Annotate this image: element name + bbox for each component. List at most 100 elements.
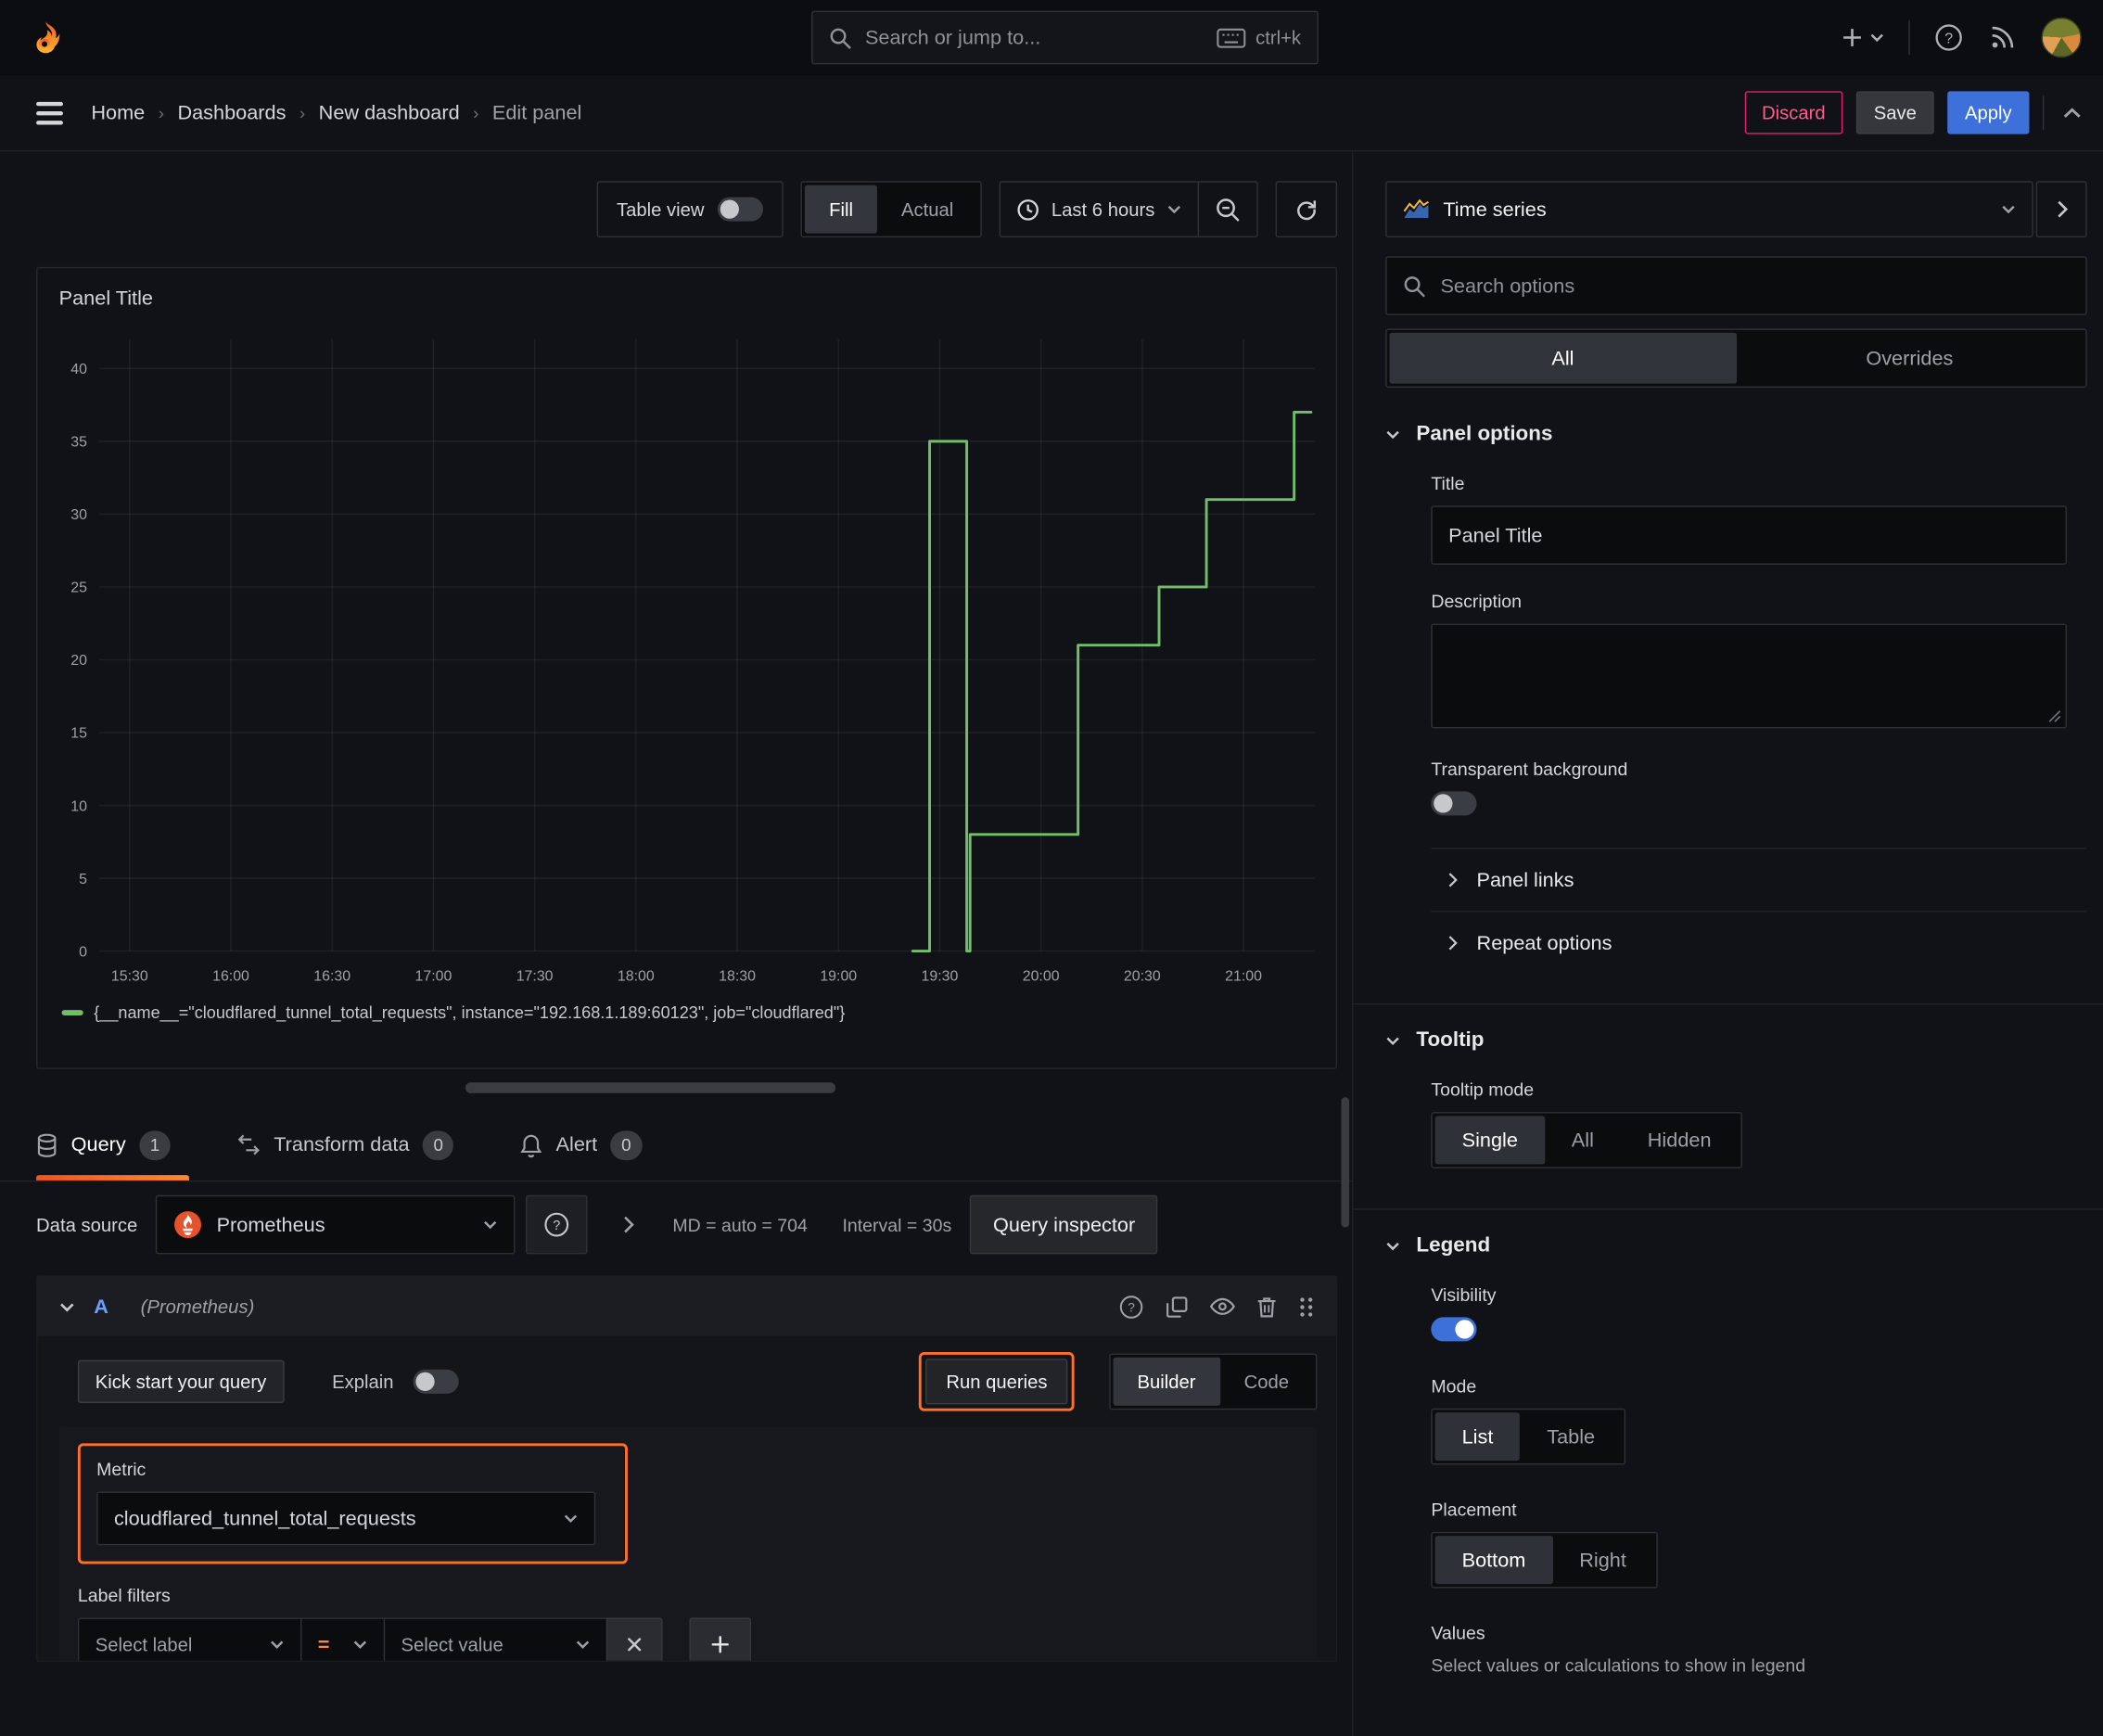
tab-transform-label: Transform data	[274, 1133, 410, 1156]
legend-visibility-toggle[interactable]	[1431, 1317, 1477, 1342]
tooltip-heading: Tooltip	[1416, 1028, 1485, 1053]
max-data-points: MD = auto = 704	[672, 1214, 808, 1235]
query-row-header[interactable]: A (Prometheus) ?	[37, 1277, 1336, 1336]
select-label-dropdown[interactable]: Select label	[77, 1617, 301, 1661]
tab-alert[interactable]: Alert 0	[520, 1109, 661, 1181]
datasource-label: Data source	[36, 1214, 138, 1236]
resize-handle-icon[interactable]	[2048, 709, 2061, 722]
chevron-down-icon	[1386, 430, 1399, 440]
legend-item[interactable]: {__name__="cloudflared_tunnel_total_requ…	[61, 1003, 1320, 1022]
remove-filter-button[interactable]	[605, 1617, 663, 1661]
query-help-button[interactable]: ?	[1118, 1294, 1143, 1319]
breadcrumb-separator: ›	[473, 102, 479, 123]
database-icon	[37, 1132, 57, 1157]
placement-right-option[interactable]: Right	[1552, 1536, 1653, 1584]
code-option[interactable]: Code	[1220, 1358, 1313, 1406]
repeat-options-row[interactable]: Repeat options	[1431, 913, 2086, 975]
options-search[interactable]	[1385, 256, 2087, 315]
svg-text:?: ?	[1128, 1300, 1135, 1314]
tooltip-all-option[interactable]: All	[1545, 1116, 1621, 1164]
expand-options-icon[interactable]	[623, 1215, 635, 1233]
add-filter-button[interactable]	[689, 1617, 752, 1661]
panel-actions: Discard Save Apply	[1744, 91, 2082, 134]
collapse-query-icon[interactable]	[59, 1300, 75, 1312]
vertical-scrollbar[interactable]	[1341, 1097, 1350, 1228]
delete-query-button[interactable]	[1256, 1296, 1277, 1319]
collapse-sidebar-button[interactable]	[2035, 181, 2087, 238]
panel-title-input[interactable]	[1431, 505, 2067, 565]
svg-text:30: 30	[70, 507, 87, 523]
prometheus-icon	[174, 1211, 202, 1239]
apply-button[interactable]: Apply	[1947, 91, 2030, 134]
breadcrumb-new-dashboard[interactable]: New dashboard	[319, 101, 460, 124]
breadcrumb-home[interactable]: Home	[91, 101, 145, 124]
copy-icon	[1166, 1296, 1188, 1318]
tooltip-hidden-option[interactable]: Hidden	[1621, 1116, 1739, 1164]
explain-toggle[interactable]	[412, 1369, 459, 1394]
help-button[interactable]: ?	[1934, 23, 1964, 53]
add-menu-button[interactable]	[1841, 25, 1885, 49]
tab-query[interactable]: Query 1	[36, 1109, 190, 1181]
builder-option[interactable]: Builder	[1113, 1357, 1220, 1406]
close-icon	[628, 1638, 642, 1652]
panel-options-header[interactable]: Panel options	[1385, 423, 2086, 447]
time-series-chart[interactable]: 0 5 10 15 20 25 30 35 40 15:30 16:00 16:30 17:00 17:3…	[54, 324, 1322, 991]
duplicate-query-button[interactable]	[1166, 1296, 1189, 1319]
search-bar[interactable]: ctrl+k	[811, 10, 1319, 65]
svg-text:20: 20	[70, 653, 87, 669]
news-button[interactable]	[1988, 23, 2018, 53]
transparent-bg-toggle[interactable]	[1431, 791, 1477, 816]
discard-button[interactable]: Discard	[1744, 91, 1843, 134]
operator-dropdown[interactable]: =	[300, 1617, 384, 1661]
query-inspector-button[interactable]: Query inspector	[970, 1194, 1158, 1255]
query-ref-id[interactable]: A	[94, 1296, 108, 1319]
drag-handle[interactable]	[1298, 1296, 1314, 1319]
chevron-down-icon	[564, 1514, 578, 1523]
tooltip-single-option[interactable]: Single	[1434, 1116, 1545, 1165]
datasource-help-button[interactable]: ?	[526, 1194, 589, 1255]
menu-toggle-button[interactable]	[27, 90, 72, 135]
description-textarea[interactable]	[1431, 623, 2067, 729]
editor-tabs: Query 1 Transform data 0 Alert 0	[0, 1109, 1353, 1182]
query-options-summary[interactable]: MD = auto = 704 Interval = 30s	[672, 1215, 951, 1235]
time-range-picker[interactable]: Last 6 hours	[1001, 198, 1198, 221]
tab-all[interactable]: All	[1389, 332, 1737, 384]
breadcrumb-separator: ›	[299, 102, 306, 123]
run-queries-button[interactable]: Run queries	[925, 1359, 1068, 1405]
save-button[interactable]: Save	[1855, 91, 1934, 134]
datasource-picker[interactable]: Prometheus	[156, 1194, 516, 1255]
kick-start-query-button[interactable]: Kick start your query	[77, 1359, 285, 1403]
actual-option[interactable]: Actual	[877, 185, 977, 234]
fill-option[interactable]: Fill	[805, 185, 877, 234]
select-value-dropdown[interactable]: Select value	[383, 1617, 606, 1661]
tab-overrides[interactable]: Overrides	[1736, 333, 2083, 384]
refresh-button[interactable]	[1275, 181, 1338, 238]
tab-transform-data[interactable]: Transform data 0	[237, 1109, 473, 1181]
chevron-down-icon	[1386, 1037, 1399, 1046]
chevron-down-icon	[484, 1220, 498, 1230]
transform-count-badge: 0	[422, 1130, 454, 1160]
panel-links-row[interactable]: Panel links	[1431, 849, 2086, 912]
options-search-input[interactable]	[1437, 273, 2070, 299]
horizontal-scrollbar[interactable]	[465, 1082, 836, 1093]
collapse-header-button[interactable]	[2063, 107, 2082, 119]
tooltip-header[interactable]: Tooltip	[1385, 1028, 2086, 1053]
legend-mode-list-option[interactable]: List	[1434, 1412, 1521, 1462]
legend-header[interactable]: Legend	[1385, 1234, 2086, 1258]
table-view-toggle[interactable]	[718, 197, 764, 222]
zoom-out-icon	[1217, 198, 1240, 221]
grafana-logo[interactable]	[21, 13, 70, 61]
legend-mode-table-option[interactable]: Table	[1520, 1412, 1622, 1461]
datasource-row: Data source Prometheus ? MD = auto = 704…	[36, 1194, 1337, 1255]
visualization-picker[interactable]: Time series	[1385, 181, 2033, 238]
keyboard-shortcut: ctrl+k	[1217, 27, 1301, 48]
search-input[interactable]	[862, 24, 1206, 51]
eye-icon	[1209, 1297, 1235, 1315]
query-row-actions: ?	[1118, 1294, 1314, 1319]
breadcrumb-dashboards[interactable]: Dashboards	[177, 101, 286, 124]
metric-select[interactable]: cloudflared_tunnel_total_requests	[96, 1491, 596, 1546]
placement-bottom-option[interactable]: Bottom	[1434, 1536, 1553, 1585]
user-avatar[interactable]	[2041, 17, 2082, 58]
zoom-out-time-button[interactable]	[1197, 182, 1257, 236]
toggle-query-visibility-button[interactable]	[1209, 1297, 1235, 1316]
